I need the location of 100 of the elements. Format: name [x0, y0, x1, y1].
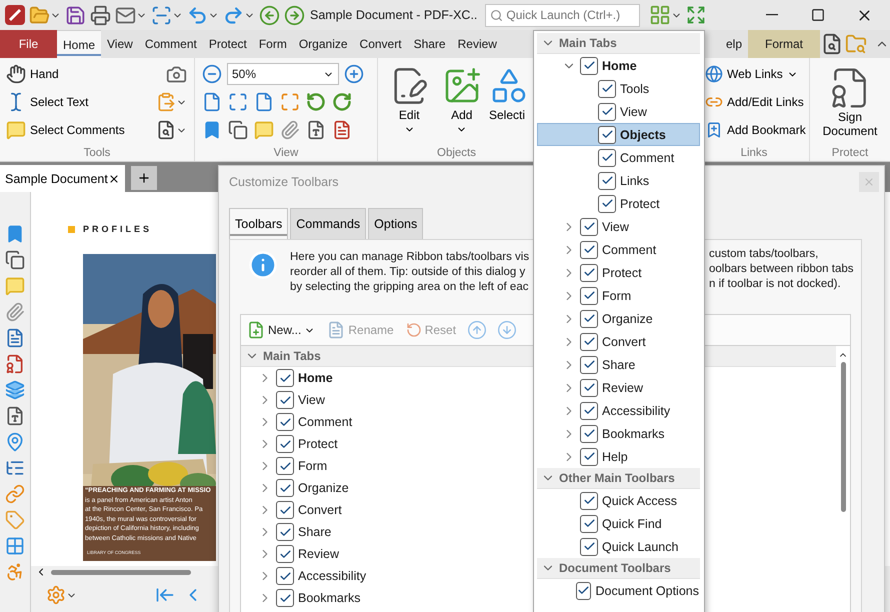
- tree-row[interactable]: Comment: [537, 146, 700, 169]
- checkbox[interactable]: [276, 545, 294, 563]
- checkbox[interactable]: [276, 435, 294, 453]
- tree-row[interactable]: Comment: [537, 238, 700, 261]
- ribbon-tab[interactable]: Share: [408, 30, 452, 58]
- row-label[interactable]: Review: [298, 547, 339, 561]
- ribbon-tab[interactable]: elp: [720, 30, 748, 58]
- sign-document-button[interactable]: Sign Document: [815, 62, 885, 142]
- fit-visible-button[interactable]: [279, 91, 301, 113]
- rotate-right-button[interactable]: [331, 91, 353, 113]
- checkbox[interactable]: [580, 356, 598, 374]
- tree-row[interactable]: Bookmarks: [537, 422, 700, 445]
- row-label[interactable]: Protect: [298, 437, 338, 451]
- row-label[interactable]: Form: [298, 459, 328, 473]
- quick-launch-field[interactable]: Quick Launch (Ctrl+.): [485, 4, 640, 26]
- checkbox[interactable]: [276, 589, 294, 607]
- add-bookmark-button[interactable]: Add Bookmark: [705, 121, 806, 139]
- paperclip-icon[interactable]: [5, 302, 25, 322]
- ribbon-tab[interactable]: Organize: [292, 30, 354, 58]
- row-label[interactable]: Comment: [298, 415, 352, 429]
- checkbox[interactable]: [598, 148, 616, 166]
- app-logo-icon[interactable]: [4, 4, 26, 26]
- tree-row[interactable]: Quick Find: [537, 512, 700, 535]
- checkbox[interactable]: [580, 378, 598, 396]
- checkbox[interactable]: [276, 413, 294, 431]
- document-icon[interactable]: [5, 328, 25, 348]
- row-label[interactable]: View: [298, 393, 325, 407]
- rotate-left-button[interactable]: [305, 91, 327, 113]
- select-comments-button[interactable]: Select Comments: [6, 120, 151, 140]
- tree-row[interactable]: View: [537, 215, 700, 238]
- ribbon-tab[interactable]: Format: [748, 30, 820, 58]
- edit-button[interactable]: Edit: [384, 62, 434, 147]
- document-tab[interactable]: Sample Document: [0, 165, 125, 192]
- row-label[interactable]: Organize: [298, 481, 349, 495]
- checkbox[interactable]: [276, 501, 294, 519]
- checkbox[interactable]: [598, 172, 616, 190]
- ribbon-tab[interactable]: File: [0, 30, 57, 58]
- tree-row[interactable]: Form: [537, 284, 700, 307]
- checkbox[interactable]: [276, 457, 294, 475]
- dialog-tab[interactable]: Commands: [290, 208, 366, 239]
- ribbon-tab[interactable]: View: [101, 30, 139, 58]
- checkbox[interactable]: [598, 102, 616, 120]
- tree-row[interactable]: Protect: [537, 261, 700, 284]
- row-label[interactable]: Bookmarks: [298, 591, 361, 605]
- checkbox[interactable]: [580, 538, 598, 556]
- fullscreen-button[interactable]: [685, 4, 708, 26]
- tree-row[interactable]: Document Options: [537, 579, 700, 602]
- dialog-tab[interactable]: Toolbars: [229, 208, 288, 239]
- checkbox[interactable]: [580, 310, 598, 328]
- dialog-tab[interactable]: Options: [368, 208, 424, 239]
- ribbon-tab[interactable]: Comment: [138, 30, 203, 58]
- tree-row[interactable]: Objects: [537, 123, 700, 146]
- checkbox[interactable]: [580, 448, 598, 466]
- checkbox[interactable]: [580, 514, 598, 532]
- tree-row[interactable]: Quick Launch: [537, 535, 700, 558]
- tree-row[interactable]: Protect: [537, 192, 700, 215]
- checkbox[interactable]: [580, 332, 598, 350]
- zoom-select[interactable]: 50%: [227, 63, 339, 85]
- checkbox[interactable]: [580, 424, 598, 442]
- new-tab-button[interactable]: [131, 166, 157, 190]
- tree-row[interactable]: Quick Access: [537, 489, 700, 512]
- tree-row[interactable]: Organize: [537, 307, 700, 330]
- checkbox[interactable]: [276, 391, 294, 409]
- map-pin-icon[interactable]: [5, 432, 25, 452]
- back-button[interactable]: [258, 4, 281, 26]
- tree-row[interactable]: Home: [537, 54, 700, 77]
- checkbox[interactable]: [580, 286, 598, 304]
- text-document-icon[interactable]: [5, 406, 25, 426]
- selection-button[interactable]: Selecti: [489, 62, 529, 147]
- ribbon-tab[interactable]: Protect: [202, 30, 253, 58]
- ribbon-tab[interactable]: Form: [252, 30, 293, 58]
- add-edit-links-button[interactable]: Add/Edit Links: [705, 93, 804, 111]
- row-label[interactable]: Home: [298, 371, 333, 385]
- layers-icon[interactable]: [5, 380, 25, 400]
- checkbox[interactable]: [576, 582, 592, 600]
- checkbox[interactable]: [276, 479, 294, 497]
- checkbox[interactable]: [580, 264, 598, 282]
- tree-row[interactable]: View: [537, 100, 700, 123]
- forward-button[interactable]: [283, 4, 306, 26]
- tree-row[interactable]: Review: [537, 376, 700, 399]
- tree-row[interactable]: Tools: [537, 77, 700, 100]
- checkbox[interactable]: [580, 402, 598, 420]
- row-label[interactable]: Convert: [298, 503, 342, 517]
- pages-icon[interactable]: [5, 250, 25, 270]
- checkbox[interactable]: [598, 80, 616, 98]
- zoom-out-button[interactable]: [201, 63, 223, 85]
- checkbox[interactable]: [580, 218, 598, 236]
- tree-row[interactable]: Convert: [537, 330, 700, 353]
- fit-page-button[interactable]: [227, 91, 249, 113]
- checkbox[interactable]: [580, 240, 598, 258]
- checkbox[interactable]: [276, 369, 294, 387]
- checkbox[interactable]: [276, 567, 294, 585]
- checkbox[interactable]: [598, 194, 616, 212]
- header-label[interactable]: Main Tabs: [263, 349, 321, 363]
- zoom-in-button[interactable]: [343, 63, 365, 85]
- web-links-button[interactable]: Web Links: [705, 65, 803, 83]
- print-button[interactable]: [89, 4, 112, 26]
- checkbox[interactable]: [580, 492, 598, 510]
- row-label[interactable]: Accessibility: [298, 569, 366, 583]
- ribbon-tab[interactable]: Home: [57, 30, 102, 58]
